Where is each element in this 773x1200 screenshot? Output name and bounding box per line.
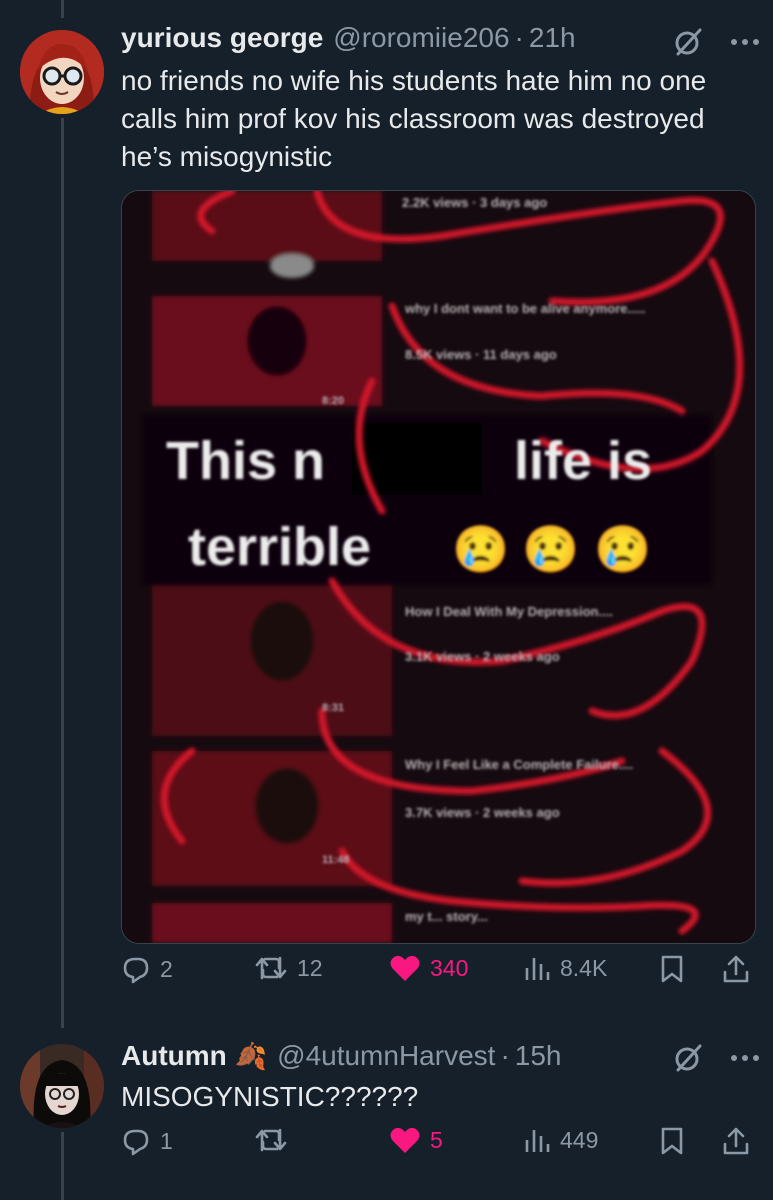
like-button[interactable]: 340 [389,954,468,982]
grok-icon[interactable] [672,1042,704,1074]
timestamp[interactable]: 21h [529,22,576,54]
separator-dot: · [500,1040,510,1071]
video-duration: 8:31 [322,702,344,714]
avatar-image [20,30,104,114]
author-name[interactable]: Autumn [121,1040,227,1072]
reply-button[interactable]: 2 [121,954,173,984]
reply-count: 1 [160,1127,173,1154]
tweet-header: Autumn 🍂 @4utumnHarvest · 15h [121,1040,561,1072]
video-title: How I Deal With My Depression.... [405,604,613,619]
reply-count: 2 [160,955,173,982]
timestamp[interactable]: 15h [515,1040,562,1072]
views-count: 8.4K [560,954,608,981]
leaf-emoji: 🍂 [234,1040,268,1071]
tweet-actions: 1 5 449 [121,1126,751,1166]
more-icon[interactable] [730,1053,760,1063]
share-button[interactable] [721,1126,751,1156]
emoji-2: 😢 [522,523,579,575]
retweet-button[interactable]: 12 [254,954,323,982]
caption-line1-left: This n [166,431,325,491]
views-count: 449 [560,1126,599,1153]
retweet-button[interactable] [254,1126,297,1154]
share-icon [723,955,749,983]
views-button[interactable]: 449 [523,1126,598,1154]
like-count: 5 [430,1126,443,1153]
retweet-icon [255,1128,287,1152]
video-title: Why I Feel Like a Complete Failure.... [405,757,633,772]
video-meta: 8.5K views · 11 days ago [405,347,557,362]
tweet-actions: 2 12 340 8.4K [121,954,751,994]
tweet-media-image[interactable]: 2.2K views · 3 days ago why I dont want … [121,190,756,944]
avatar[interactable] [20,30,104,114]
tweet-header-icons [672,1042,760,1074]
video-duration: 11:48 [322,854,350,866]
like-button[interactable]: 5 [389,1126,443,1154]
reply-icon [123,957,149,984]
video-duration: 8:20 [322,395,344,407]
video-meta: 3.1K views · 2 weeks ago [405,649,560,664]
reply-button[interactable]: 1 [121,1126,173,1156]
retweet-count: 12 [297,954,323,981]
caption-line1-right: life is [514,431,652,491]
share-icon [723,1127,749,1155]
more-icon[interactable] [730,37,760,47]
author-name[interactable]: yurious george [121,22,323,54]
share-button[interactable] [721,954,751,984]
bookmark-icon [661,1127,683,1155]
heart-icon [390,955,420,981]
author-handle[interactable]: @4utumnHarvest [277,1040,495,1072]
retweet-icon [255,956,287,980]
views-button[interactable]: 8.4K [523,954,607,982]
bookmark-button[interactable] [659,954,685,984]
tweet-reply[interactable]: Autumn 🍂 @4utumnHarvest · 15h MISOGYNIST… [0,1010,773,1200]
video-meta: 3.7K views · 2 weeks ago [405,805,560,820]
tweet-header-icons [672,26,760,58]
meme-image: 2.2K views · 3 days ago why I dont want … [122,191,755,943]
like-count: 340 [430,954,469,981]
bookmark-icon [661,955,683,983]
video-title: my t... story... [405,909,488,924]
bookmark-button[interactable] [659,1126,685,1156]
caption-line2: terrible [188,517,371,577]
views-icon [525,958,550,980]
avatar[interactable] [20,1044,104,1128]
tweet-text: MISOGYNISTIC?????? [121,1081,419,1112]
emoji-1: 😢 [452,523,509,575]
views-icon [525,1130,550,1152]
video-title: why I dont want to be alive anymore..... [404,301,646,316]
author-handle[interactable]: @roromiie206 [333,22,509,54]
tweet-main[interactable]: yurious george @roromiie206 · 21h no fri… [0,0,773,1010]
heart-icon [390,1127,420,1153]
reply-icon [123,1129,149,1156]
tweet-text: no friends no wife his students hate him… [121,65,707,172]
tweet-header: yurious george @roromiie206 · 21h [121,22,576,54]
grok-icon[interactable] [672,26,704,58]
video-meta: 2.2K views · 3 days ago [402,195,547,210]
avatar-image [20,1044,104,1128]
emoji-3: 😢 [594,523,651,575]
separator-dot: · [514,22,524,53]
